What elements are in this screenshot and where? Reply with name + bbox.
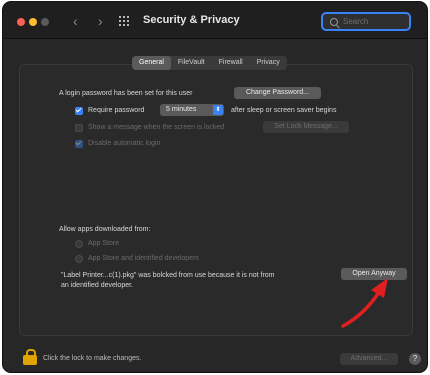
tab-firewall[interactable]: Firewall (212, 56, 250, 70)
set-lock-message-button[interactable]: Set Lock Message... (263, 121, 349, 133)
minimize-window-button[interactable] (29, 18, 37, 26)
lock-text: Click the lock to make changes. (43, 355, 142, 362)
radio-identified-developers-label: App Store and identified developers (88, 255, 199, 262)
search-placeholder: Search (343, 17, 369, 26)
security-privacy-window: ‹ › Security & Privacy Search General Fi… (3, 2, 427, 372)
radio-identified-developers[interactable] (75, 255, 83, 263)
radio-app-store[interactable] (75, 240, 83, 248)
tab-bar: General FileVault Firewall Privacy (132, 56, 287, 70)
zoom-window-button[interactable] (41, 18, 49, 26)
disable-auto-login-checkbox[interactable] (75, 140, 83, 148)
forward-button[interactable]: › (98, 14, 103, 28)
show-all-grid-icon[interactable] (119, 16, 131, 26)
search-field[interactable]: Search (321, 12, 411, 31)
disable-auto-login-label: Disable automatic login (88, 140, 161, 147)
require-password-suffix: after sleep or screen saver begins (231, 107, 337, 114)
show-message-checkbox[interactable] (75, 124, 83, 132)
title-bar: ‹ › Security & Privacy Search (3, 2, 427, 39)
select-stepper-icon: ⬍ (213, 105, 223, 115)
blocked-message-line-1: "Label Printer...c(1).pkg" was bolcked f… (61, 272, 275, 279)
require-password-delay-value: 5 minutes (166, 106, 197, 113)
tab-privacy[interactable]: Privacy (250, 56, 287, 70)
tab-filevault[interactable]: FileVault (171, 56, 212, 70)
red-annotation-arrow-icon (341, 278, 388, 328)
search-icon (330, 18, 338, 26)
change-password-button[interactable]: Change Password... (234, 87, 321, 99)
back-button[interactable]: ‹ (73, 14, 78, 28)
require-password-label: Require password (88, 107, 145, 114)
blocked-message-line-2: an identified developer. (61, 282, 133, 289)
allow-apps-heading: Allow apps downloaded from: (59, 226, 151, 233)
window-title: Security & Privacy (143, 14, 240, 26)
close-window-button[interactable] (17, 18, 25, 26)
lock-icon[interactable] (23, 349, 37, 365)
login-password-text: A login password has been set for this u… (59, 90, 193, 97)
require-password-delay-select[interactable]: 5 minutes ⬍ (160, 104, 224, 116)
tab-general[interactable]: General (132, 56, 171, 70)
require-password-checkbox[interactable] (75, 107, 83, 115)
radio-app-store-label: App Store (88, 240, 120, 247)
show-message-label: Show a message when the screen is locked (88, 124, 225, 131)
help-button[interactable]: ? (409, 353, 421, 365)
advanced-button[interactable]: Advanced... (340, 353, 398, 365)
